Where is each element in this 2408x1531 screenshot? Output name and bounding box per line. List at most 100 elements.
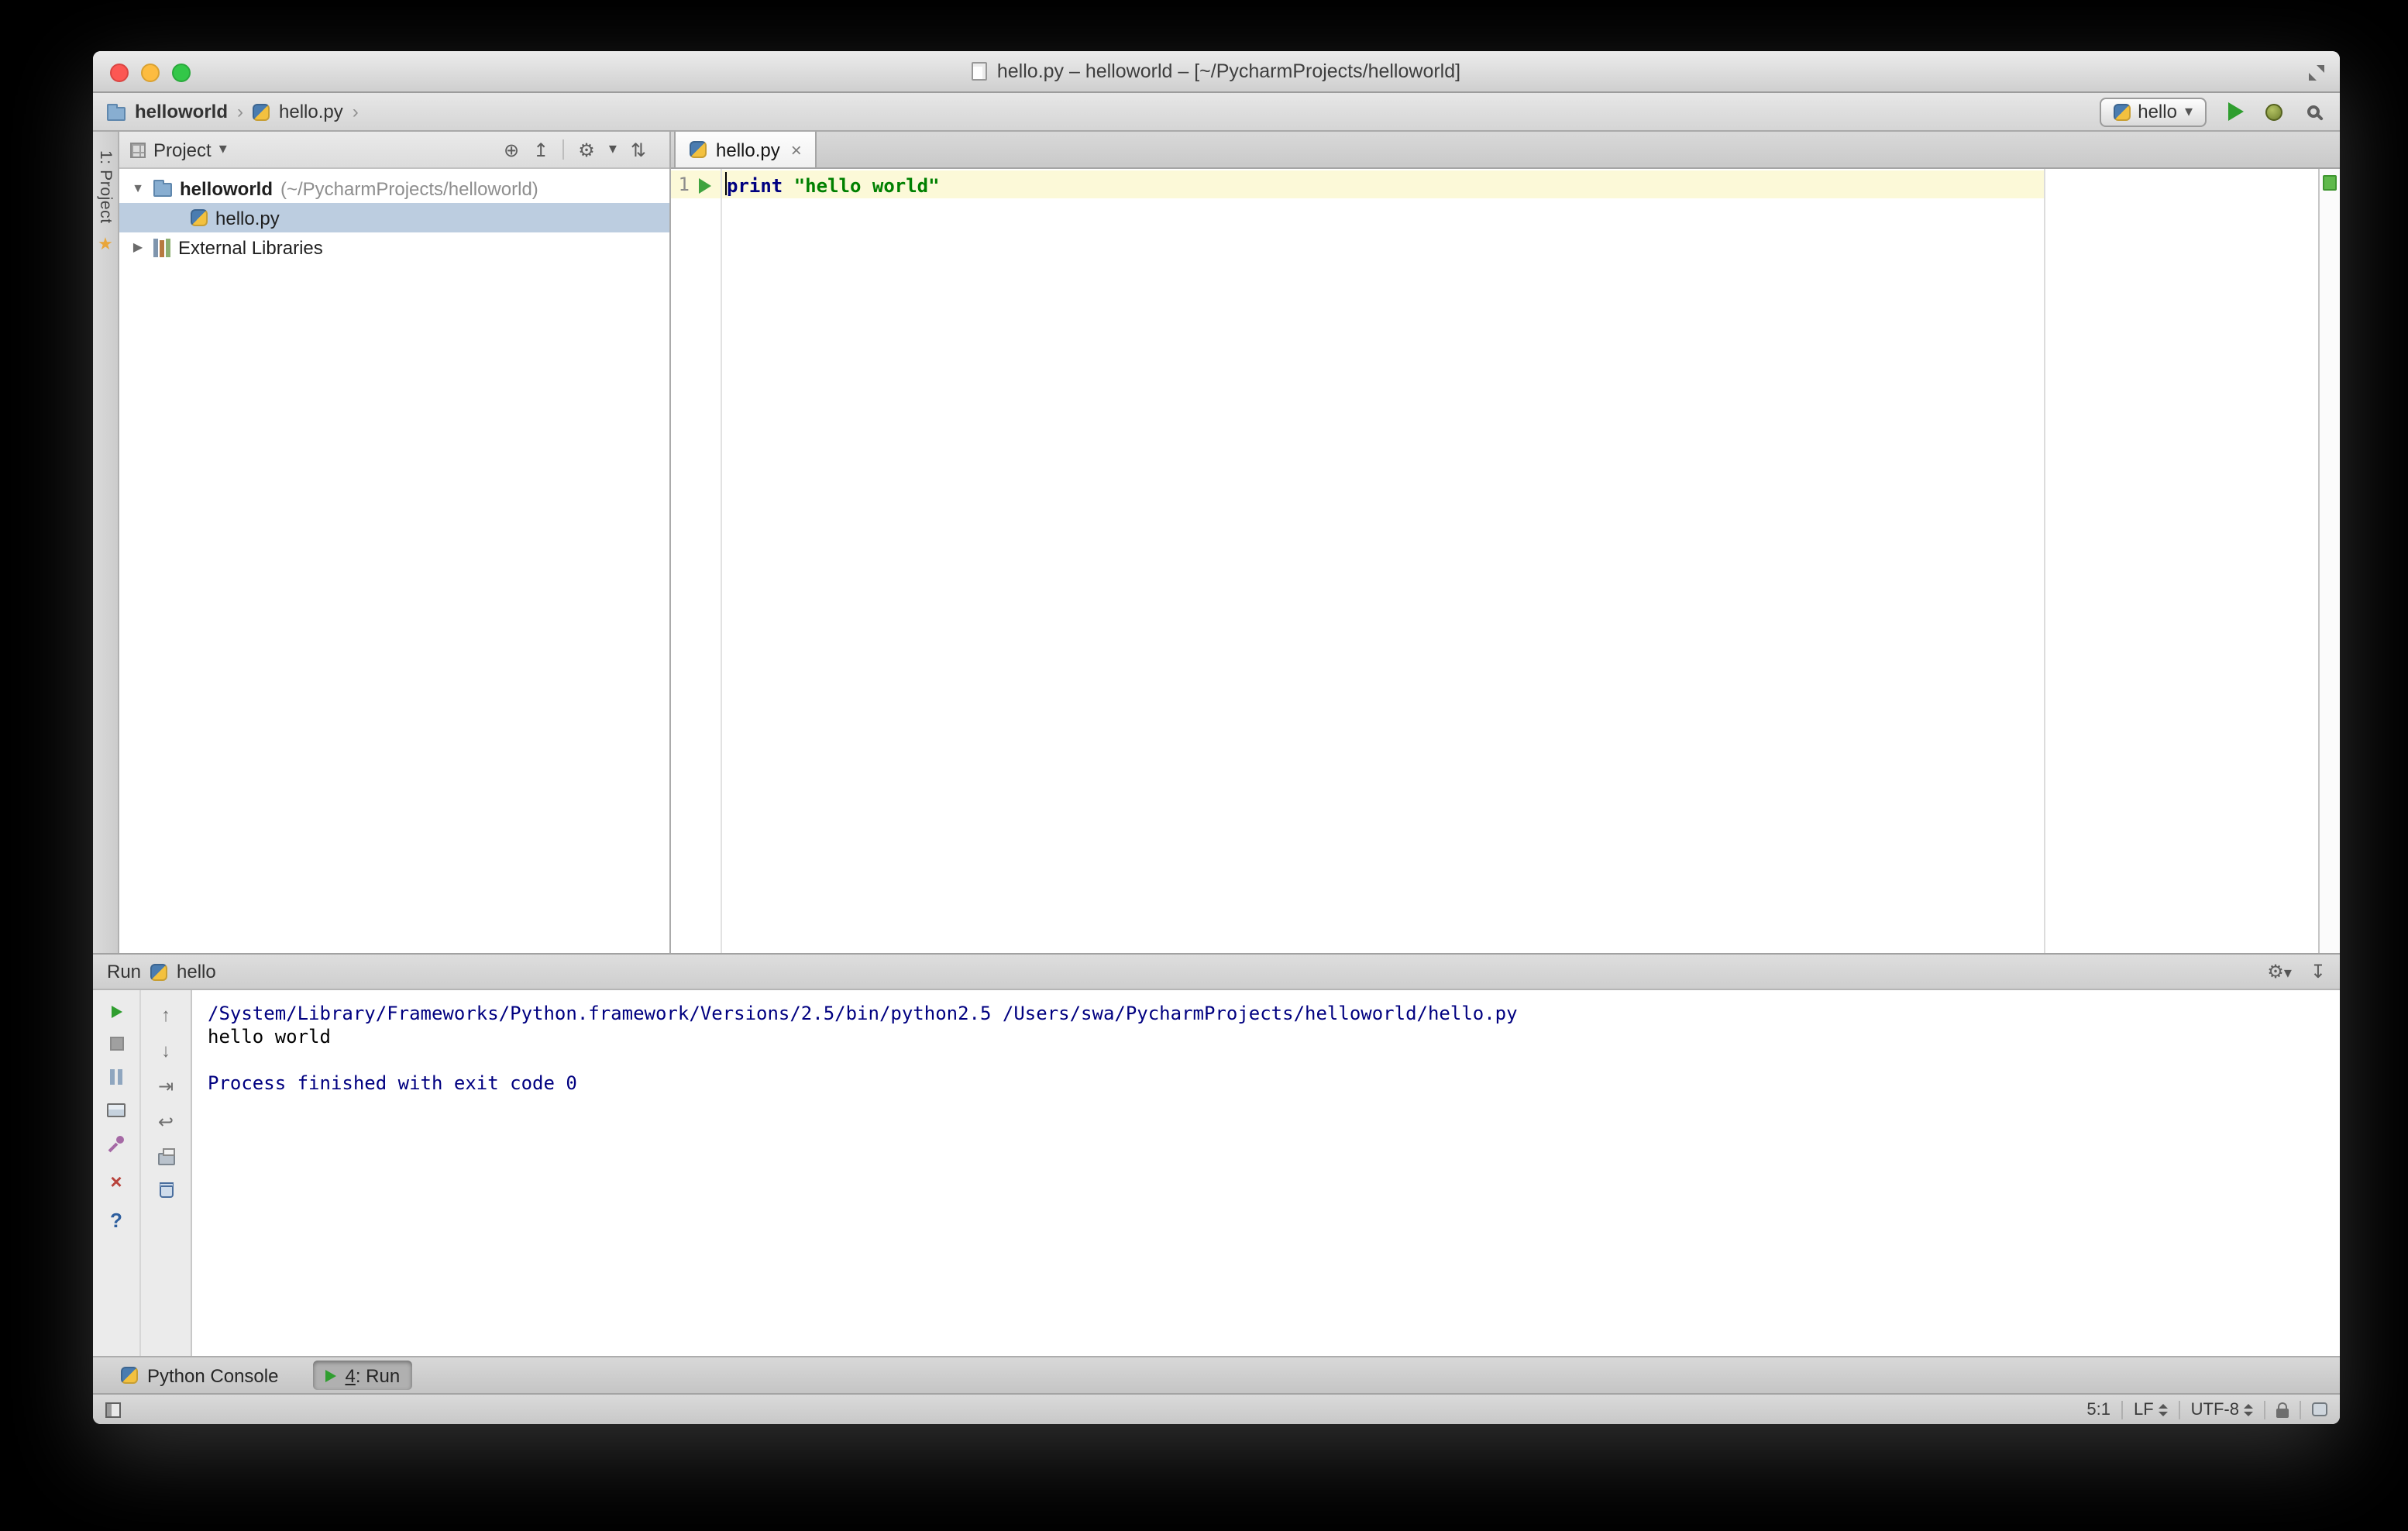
pause-output-button[interactable] [110, 1069, 122, 1085]
console-line: /System/Library/Frameworks/Python.framew… [208, 1003, 1518, 1024]
libraries-icon [153, 238, 170, 256]
folder-icon [153, 180, 172, 197]
search-everywhere-icon[interactable] [2307, 105, 2320, 118]
project-panel-header: Project ▾ ⊕ ↥ ⚙ ▾ ⇅ [119, 132, 669, 169]
console-output[interactable]: /System/Library/Frameworks/Python.framew… [192, 990, 2340, 1356]
text-caret [725, 172, 727, 195]
chevron-down-icon: ▾ [2184, 103, 2193, 120]
breadcrumb-item-helloworld[interactable]: helloworld [135, 101, 228, 122]
next-occurrence-button[interactable]: ↓ [161, 1041, 170, 1060]
tree-row-external-libraries[interactable]: ▶ External Libraries [119, 232, 669, 262]
run-configuration-select[interactable]: hello ▾ [2099, 97, 2207, 126]
line-separator-widget[interactable]: LF [2134, 1400, 2168, 1419]
tree-expanded-icon[interactable]: ▼ [130, 181, 146, 195]
chevron-right-icon: › [352, 101, 359, 122]
locate-file-icon[interactable]: ⊕ [504, 140, 519, 159]
spinner-icon [2244, 1403, 2253, 1416]
python-file-icon [690, 141, 707, 158]
run-toolbar-right: ↑ ↓ ⇥ ↩ [141, 990, 192, 1356]
settings-gear-icon[interactable]: ⚙ [578, 140, 595, 159]
project-panel-title[interactable]: Project [153, 139, 212, 160]
hide-panel-icon[interactable]: ⇅ [631, 140, 646, 159]
error-stripe[interactable] [2318, 169, 2340, 953]
desktop: hello.py – helloworld – [~/PycharmProjec… [0, 0, 2408, 1531]
scroll-to-end-button[interactable]: ⇥ [158, 1077, 174, 1096]
run-panel-header: Run hello ⚙▾ ↧ [93, 955, 2340, 990]
python-icon [2113, 103, 2131, 120]
project-panel: Project ▾ ⊕ ↥ ⚙ ▾ ⇅ ▼ helloworld (~/Pych… [119, 132, 671, 953]
toggle-toolwindows-icon[interactable] [105, 1402, 121, 1417]
tree-node-label: hello.py [215, 207, 280, 229]
print-button[interactable] [157, 1148, 174, 1165]
toolwindow-button-python-console[interactable]: Python Console [108, 1361, 291, 1390]
debug-button[interactable] [2265, 103, 2282, 120]
encoding-label: UTF-8 [2190, 1400, 2239, 1419]
chevron-right-icon: › [237, 101, 243, 122]
code-string: "hello world" [793, 175, 940, 197]
statusbar-separator [2121, 1400, 2123, 1419]
toolwindow-strip-project-button[interactable]: 1: Project [96, 150, 115, 224]
readonly-lock-icon[interactable] [2276, 1402, 2289, 1417]
editor-gutter: 1 [671, 169, 722, 953]
tab-label: hello.py [716, 139, 780, 160]
chevron-down-icon[interactable]: ▾ [609, 141, 617, 157]
show-console-button[interactable] [107, 1103, 126, 1117]
gutter-run-marker[interactable] [690, 169, 721, 953]
chevron-down-icon[interactable]: ▾ [219, 141, 227, 158]
run-panel-config-label[interactable]: hello [177, 961, 216, 982]
toolwindow-bottom-bar: Python Console 4: Run [93, 1356, 2340, 1393]
soft-wrap-button[interactable]: ↩ [158, 1113, 174, 1131]
line-number: 1 [678, 174, 690, 195]
pin-tab-button[interactable] [108, 1136, 124, 1153]
editor-zone: hello.py × 1 print "hello world" [671, 132, 2340, 953]
breadcrumb-item-hello-py[interactable]: hello.py [279, 101, 343, 122]
favorites-strip-icon[interactable]: ★ [98, 237, 113, 255]
tree-row-hello-py[interactable]: hello.py [119, 203, 669, 232]
close-tab-icon[interactable]: × [791, 139, 802, 160]
tree-node-label: helloworld [180, 177, 273, 199]
close-window-button[interactable] [110, 64, 129, 82]
folder-icon [107, 103, 126, 120]
fullscreen-icon[interactable] [2309, 65, 2324, 81]
encoding-widget[interactable]: UTF-8 [2191, 1400, 2253, 1419]
statusbar-separator [2300, 1400, 2301, 1419]
spinner-icon [2158, 1403, 2168, 1416]
rerun-button[interactable] [111, 1006, 122, 1018]
zoom-window-button[interactable] [172, 64, 191, 82]
traffic-lights [110, 64, 191, 82]
line-separator-label: LF [2133, 1400, 2154, 1419]
help-button[interactable]: ? [110, 1210, 122, 1230]
close-toolwindow-button[interactable]: × [110, 1171, 122, 1192]
python-file-icon [253, 103, 270, 120]
toolwindow-button-label: 4: Run [345, 1364, 401, 1386]
minimize-window-button[interactable] [141, 64, 160, 82]
caret-position-widget[interactable]: 5:1 [2086, 1400, 2110, 1419]
window-title-text: hello.py – helloworld – [~/PycharmProjec… [996, 60, 1461, 82]
settings-gear-icon[interactable]: ⚙▾ [2267, 961, 2292, 982]
run-tool-window: Run hello ⚙▾ ↧ × ? ↑ ↓ ⇥ ↩ /System/Libra… [93, 953, 2340, 1356]
run-button[interactable] [2228, 102, 2244, 121]
status-bar: 5:1 LF UTF-8 [93, 1393, 2340, 1424]
tree-node-label: External Libraries [178, 236, 323, 258]
stop-button[interactable] [109, 1037, 123, 1051]
tree-row-helloworld[interactable]: ▼ helloworld (~/PycharmProjects/hellowor… [119, 174, 669, 203]
inspection-status-indicator[interactable] [2323, 175, 2337, 191]
collapse-all-icon[interactable]: ↥ [533, 140, 549, 159]
run-configuration-label: hello [2138, 101, 2177, 122]
python-icon [150, 963, 168, 980]
document-icon [972, 62, 988, 81]
statusbar-separator [2178, 1400, 2180, 1419]
project-view-icon [130, 142, 146, 157]
prev-occurrence-button[interactable]: ↑ [161, 1006, 170, 1024]
hide-toolwindow-icon[interactable]: ↧ [2310, 961, 2326, 982]
editor-tab-bar: hello.py × [671, 132, 2340, 169]
navigation-bar: helloworld › hello.py › hello ▾ [93, 93, 2340, 132]
code-area[interactable]: print "hello world" [722, 169, 2318, 953]
inspections-level-icon[interactable] [2312, 1402, 2327, 1416]
clear-all-button[interactable] [159, 1182, 173, 1198]
project-panel-toolbar: ⊕ ↥ ⚙ ▾ ⇅ [504, 139, 659, 160]
tree-collapsed-icon[interactable]: ▶ [130, 240, 146, 254]
toolwindow-button-run[interactable]: 4: Run [312, 1361, 413, 1390]
tab-hello-py[interactable]: hello.py × [674, 132, 817, 167]
